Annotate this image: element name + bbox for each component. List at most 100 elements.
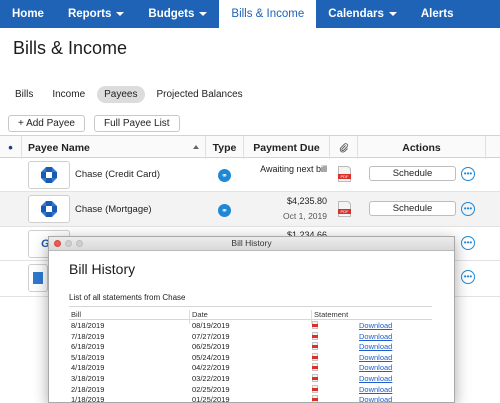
payment-due-date: Oct 1, 2019 [283,211,327,221]
tab-income[interactable]: Income [45,86,92,103]
pdf-icon[interactable] [312,321,318,329]
bill-history-table: Bill Date Statement 8/18/2019 08/19/2019 D… [69,306,432,402]
top-nav: Home Reports Budgets Bills & Income Cale… [0,0,500,28]
more-options-icon[interactable]: ••• [461,270,475,284]
add-payee-button[interactable]: + Add Payee [8,115,85,132]
more-options-icon[interactable]: ••• [461,202,475,216]
payee-name[interactable]: Chase (Mortgage) [75,204,152,215]
pdf-icon[interactable] [312,331,318,340]
pdf-icon[interactable] [312,342,318,351]
tab-bills[interactable]: Bills [8,86,40,103]
nav-budgets[interactable]: Budgets [136,0,219,28]
download-link[interactable]: Download [359,385,392,394]
bill-history-dialog: Bill History Bill History List of all st… [48,236,455,403]
chevron-down-icon [388,12,397,16]
payment-due-status: Awaiting next bill [260,164,327,174]
pdf-icon[interactable] [312,352,318,361]
bill-date: 8/18/2019 [71,321,105,330]
bill-column-header: Bill [71,310,82,319]
link-icon: ⚭ [218,169,231,182]
payee-name-header-label: Payee Name [28,141,90,154]
nav-reports[interactable]: Reports [56,0,136,28]
paperclip-icon [339,142,348,152]
nav-reports-label: Reports [67,8,112,20]
dialog-heading: Bill History [69,261,136,277]
actions-column-header: Actions [358,136,486,159]
chevron-down-icon [199,12,208,16]
statement-date: 07/27/2019 [192,331,230,341]
bank-logo-mark [33,272,43,284]
download-link[interactable]: Download [359,374,392,383]
bill-date: 2/18/2019 [71,384,105,394]
table-header: • Payee Name Type Payment Due Actions [0,135,500,159]
actions-header-label: Actions [402,141,441,154]
nav-bills-income-label: Bills & Income [231,8,305,20]
download-link[interactable]: Download [359,342,392,351]
nav-bills-income[interactable]: Bills & Income [219,0,317,28]
payment-due-column-header[interactable]: Payment Due [244,136,330,159]
payee-table: • Payee Name Type Payment Due Actions Ch… [0,135,500,297]
full-payee-list-button[interactable]: Full Payee List [94,115,180,132]
pdf-icon[interactable] [338,166,351,182]
table-row[interactable]: Chase (Credit Card) ⚭ Awaiting next bill… [0,158,500,192]
nav-home-label: Home [12,8,44,20]
pdf-icon[interactable] [312,384,318,393]
nav-alerts[interactable]: Alerts [409,0,466,28]
more-options-icon[interactable]: ••• [461,236,475,250]
chevron-down-icon [116,12,125,16]
list-item: 6/18/2019 06/25/2019 Download [69,341,432,352]
nav-calendars[interactable]: Calendars [316,0,409,28]
tab-projected-balances[interactable]: Projected Balances [150,86,250,103]
page-title: Bills & Income [13,38,128,58]
chase-octagon-icon [41,201,57,217]
list-item: 7/18/2019 07/27/2019 Download [69,331,432,342]
pdf-icon[interactable] [312,363,318,372]
schedule-button[interactable]: Schedule [369,201,456,216]
list-item: 5/18/2019 05/24/2019 Download [69,352,432,363]
dialog-window-title: Bill History [231,238,272,248]
statement-date: 04/22/2019 [192,363,230,373]
download-link[interactable]: Download [359,332,392,341]
download-link[interactable]: Download [359,363,392,372]
generic-logo [28,264,48,292]
pdf-icon[interactable] [338,201,351,217]
download-link[interactable]: Download [359,353,392,362]
chase-octagon-icon [41,167,57,183]
chase-logo [28,161,70,189]
payment-due-header-label: Payment Due [253,141,320,154]
date-column-header: Date [192,310,208,319]
list-item: 3/18/2019 03/22/2019 Download [69,373,432,384]
payee-name[interactable]: Chase (Credit Card) [75,169,160,180]
attachment-column-header [330,136,358,159]
bullet-glyph: • [8,140,13,155]
list-item: 4/18/2019 04/22/2019 Download [69,362,432,373]
statement-date: 05/24/2019 [192,352,230,362]
sort-asc-icon[interactable] [193,145,199,149]
pdf-icon[interactable] [312,395,318,402]
bill-history-body: 8/18/2019 08/19/2019 Download 7/18/2019 07/2… [69,320,432,402]
list-item: 1/18/2019 01/25/2019 Download [69,394,432,402]
nav-calendars-label: Calendars [328,8,384,20]
bill-date: 4/18/2019 [71,363,105,373]
payee-name-column-header[interactable]: Payee Name [22,136,206,159]
dialog-titlebar[interactable]: Bill History [49,237,454,251]
tab-payees[interactable]: Payees [97,86,145,103]
select-column-header: • [0,136,22,159]
schedule-button[interactable]: Schedule [369,166,456,181]
statement-column-header: Statement [314,310,349,319]
pdf-icon[interactable] [312,373,318,382]
list-item: 2/18/2019 02/25/2019 Download [69,384,432,395]
nav-home[interactable]: Home [0,0,56,28]
bill-date: 6/18/2019 [71,342,105,352]
download-link[interactable]: Download [359,395,392,402]
bill-history-header: Bill Date Statement [69,306,432,324]
link-icon: ⚭ [218,204,231,217]
payee-toolbar: + Add Payee Full Payee List [8,115,189,132]
statement-date: 02/25/2019 [192,384,230,394]
table-row[interactable]: Chase (Mortgage) ⚭ $4,235.80 Oct 1, 2019… [0,192,500,227]
more-options-icon[interactable]: ••• [461,167,475,181]
download-link[interactable]: Download [359,321,392,330]
statement-date: 08/19/2019 [192,321,230,330]
chase-logo [28,195,70,223]
type-column-header[interactable]: Type [206,136,244,159]
